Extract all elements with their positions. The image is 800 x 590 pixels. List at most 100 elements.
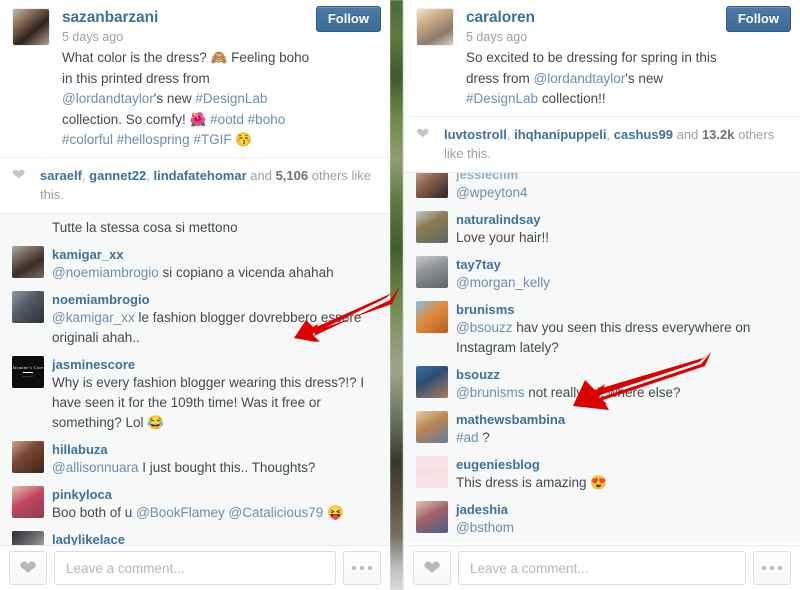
comment-avatar[interactable] <box>12 485 44 518</box>
liker-username[interactable]: ihqhanipuppeli <box>514 127 606 142</box>
comment-username[interactable]: jessiecllm <box>456 173 788 183</box>
post-username[interactable]: caraloren <box>466 8 535 27</box>
comment-mention-link[interactable]: @morgan_kelly <box>456 275 550 290</box>
follow-button[interactable]: Follow <box>725 6 791 32</box>
caption-link[interactable]: #DesignLab <box>466 91 538 106</box>
liker-username[interactable]: gannet22 <box>89 168 146 183</box>
comment-mention-link[interactable]: @bsthom <box>456 520 514 535</box>
likes-count[interactable]: 13.2k <box>702 127 735 142</box>
comment-avatar[interactable] <box>416 410 448 443</box>
comment-avatar[interactable]: Jasmine’s Core ——— <box>12 355 44 388</box>
comment-input[interactable]: Leave a comment... <box>458 551 746 585</box>
avatar[interactable] <box>416 8 454 46</box>
post-caption: So excited to be dressing for spring in … <box>466 48 722 110</box>
comment-username[interactable]: mathewsbambina <box>456 411 788 428</box>
comment-text: Boo both of u @BookFlamey @Catalicious79… <box>52 503 378 523</box>
comment-mention-link[interactable]: @wpeyton4 <box>456 185 528 200</box>
comment-username[interactable]: brunisms <box>456 301 788 318</box>
comment-row: brunisms @bsouzz hav you seen this dress … <box>404 297 800 362</box>
comment-username[interactable]: pinkyloca <box>52 486 378 503</box>
comment-avatar[interactable] <box>12 440 44 473</box>
comment-body-text: Tutte la stessa cosa si mettono <box>52 219 238 235</box>
comment-avatar[interactable] <box>416 210 448 243</box>
comment-text: @allisonnuara I just bought this.. Thoug… <box>52 458 378 478</box>
caption-text: 's new <box>625 70 664 86</box>
comment-username[interactable]: jadeshia <box>456 501 788 518</box>
more-options-button[interactable] <box>343 551 381 585</box>
comment-body-text: ? <box>478 429 490 445</box>
comment-username[interactable]: bsouzz <box>456 366 788 383</box>
likes-and: and <box>246 167 276 183</box>
comment-username[interactable]: kamigar_xx <box>52 246 378 263</box>
avatar[interactable] <box>12 8 50 46</box>
left-post-panel: Follow sazanbarzani 5 days ago What colo… <box>0 0 390 590</box>
follow-button[interactable]: Follow <box>315 6 381 32</box>
liker-username[interactable]: cashus99 <box>614 127 673 142</box>
likes-summary[interactable]: saraelf, gannet22, lindafatehomar and 5,… <box>40 166 378 204</box>
comment-avatar[interactable] <box>416 172 448 198</box>
liker-username[interactable]: saraelf <box>40 168 82 183</box>
comment-username[interactable]: hillabuza <box>52 441 378 458</box>
comment-avatar[interactable] <box>12 245 44 278</box>
comment-mention-link[interactable]: @brunisms <box>456 385 524 400</box>
more-options-icon <box>762 566 782 570</box>
heart-icon: ❤ <box>12 166 26 184</box>
liker-username[interactable]: lindafatehomar <box>153 168 246 183</box>
comment-text: @noemiambrogio si copiano a vicenda ahah… <box>52 263 378 283</box>
comment-username[interactable]: naturalindsay <box>456 211 788 228</box>
likes-count[interactable]: 5,106 <box>276 168 309 183</box>
comment-mention-link[interactable]: @allisonnuara <box>52 460 139 475</box>
avatar-logo-text: Jasmine’s Core ——— <box>12 365 44 378</box>
post-caption: What color is the dress? 🙈 Feeling boho … <box>62 48 312 151</box>
comment-row: kamigar_xx @noemiambrogio si copiano a vi… <box>0 242 390 287</box>
likes-summary[interactable]: luvtostroll, ihqhanipuppeli, cashus99 an… <box>444 125 788 163</box>
comment-row: pinkyloca Boo both of u @BookFlamey @Cata… <box>0 482 390 527</box>
comment-text: Why is every fashion blogger wearing thi… <box>52 373 378 433</box>
like-button[interactable]: ❤ <box>413 551 451 585</box>
heart-icon: ❤ <box>423 556 441 580</box>
comment-mention-link[interactable]: #ad <box>456 430 479 445</box>
comment-mention-link[interactable]: @kamigar_xx <box>52 310 135 325</box>
comment-avatar[interactable] <box>416 300 448 333</box>
post-timestamp: 5 days ago <box>466 30 528 44</box>
comment-mention-link[interactable]: @bsouzz <box>456 320 512 335</box>
caption-text: 's new <box>153 91 196 106</box>
comment-mention-link[interactable]: @BookFlamey @Catalicious79 <box>136 505 323 520</box>
caption-link[interactable]: @lordandtaylor <box>62 91 154 106</box>
comment-avatar[interactable] <box>12 290 44 323</box>
comment-text: @wpeyton4 <box>456 183 788 203</box>
comment-avatar[interactable] <box>416 365 448 398</box>
caption-text: collection!! <box>538 91 606 106</box>
comment-body-text: 😝 <box>323 504 344 520</box>
left-likes-row: ❤ saraelf, gannet22, lindafatehomar and … <box>0 156 390 213</box>
comment-avatar[interactable]: EUGENIE <box>416 455 448 488</box>
caption-link[interactable]: #DesignLab <box>195 91 267 106</box>
heart-icon: ❤ <box>19 556 37 580</box>
comment-body-text: This dress is amazing 😍 <box>456 474 608 490</box>
more-options-button[interactable] <box>753 551 791 585</box>
comment-text: Love your hair!! <box>456 228 788 248</box>
comment-username[interactable]: tay7tay <box>456 256 788 273</box>
caption-text: collection. So comfy! <box>62 111 190 127</box>
post-username[interactable]: sazanbarzani <box>62 8 158 27</box>
comment-body-text: Why is every fashion blogger wearing thi… <box>52 374 365 430</box>
caption-link[interactable]: @lordandtaylor <box>534 71 626 86</box>
comment-row: mathewsbambina #ad ? <box>404 407 800 452</box>
right-comments-list: jessiecllm @wpeyton4 naturalindsay Love you… <box>404 171 800 542</box>
comment-avatar[interactable] <box>416 255 448 288</box>
comment-text: @bsouzz hav you seen this dress everywhe… <box>456 318 788 358</box>
likes-separator: , <box>506 126 515 142</box>
comment-username[interactable]: eugeniesblog <box>456 456 788 473</box>
comment-username[interactable]: noemiambrogio <box>52 291 378 308</box>
comment-text: @brunisms not really lol, where else? <box>456 383 788 403</box>
liker-username[interactable]: luvtostroll <box>444 127 507 142</box>
comment-mention-link[interactable]: @noemiambrogio <box>52 265 159 280</box>
comment-username[interactable]: jasminescore <box>52 356 378 373</box>
comment-input[interactable]: Leave a comment... <box>54 551 336 585</box>
screenshot-stage: Follow sazanbarzani 5 days ago What colo… <box>0 0 800 590</box>
like-button[interactable]: ❤ <box>9 551 47 585</box>
comment-text: #ad ? <box>456 428 788 448</box>
comment-avatar[interactable] <box>416 500 448 533</box>
comment-text: @bsthom <box>456 518 788 538</box>
comment-input-placeholder: Leave a comment... <box>66 560 185 576</box>
